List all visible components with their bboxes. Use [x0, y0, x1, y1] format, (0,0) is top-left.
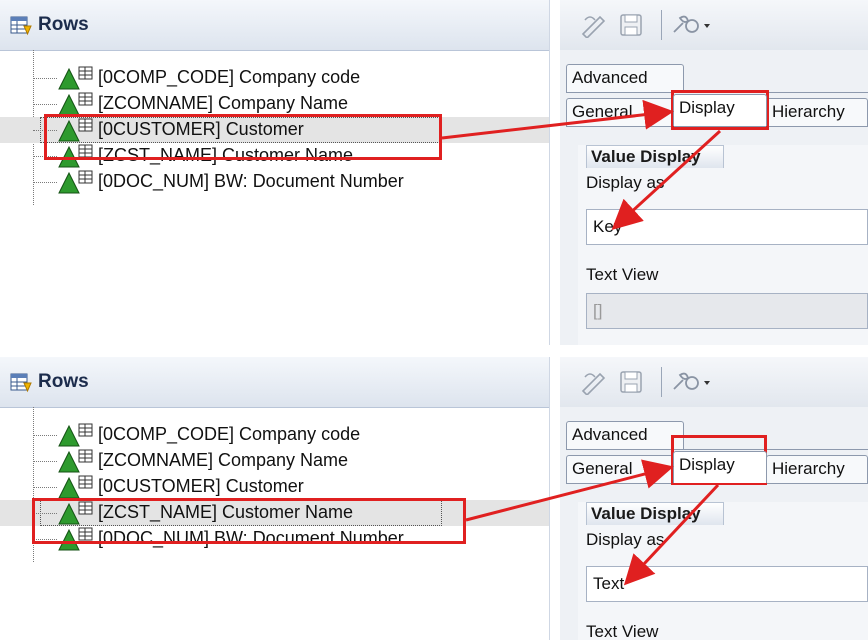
- tab-display[interactable]: Display: [673, 451, 767, 483]
- rows-header: Rows: [0, 357, 549, 408]
- tree-item-label: [0CUSTOMER] Customer: [98, 476, 304, 496]
- tree-item[interactable]: [0COMP_CODE] Company code: [0, 65, 549, 91]
- save-icon[interactable]: [617, 12, 645, 38]
- tab-general-label: General: [572, 102, 633, 121]
- tab-general[interactable]: General: [566, 455, 674, 483]
- tree-item-label: [ZCOMNAME] Company Name: [98, 93, 349, 113]
- rows-icon: [10, 16, 32, 36]
- display-as-field[interactable]: Key: [586, 209, 868, 245]
- rows-header: Rows: [0, 0, 549, 51]
- value-display-group: Value Display Display as Key Text View […: [578, 145, 868, 345]
- properties-toolbar: [560, 357, 868, 407]
- properties-pane: Advanced General Display Hierarchy Value…: [560, 357, 868, 640]
- tab-general-label: General: [572, 459, 633, 478]
- characteristic-icon: [58, 92, 93, 116]
- rows-title: Rows: [38, 371, 89, 392]
- tab-hierarchy[interactable]: Hierarchy: [766, 455, 868, 483]
- characteristic-icon: [58, 475, 93, 499]
- tree-item-label: [0DOC_NUM] BW: Document Number: [98, 171, 404, 191]
- tree-item[interactable]: [0DOC_NUM] BW: Document Number: [0, 169, 549, 195]
- tab-display[interactable]: Display: [673, 94, 767, 126]
- rows-pane: Rows [0COMP_CODE] Company code [ZCOMNAME…: [0, 0, 550, 345]
- tab-advanced-label: Advanced: [572, 425, 648, 444]
- display-as-value: Key: [593, 217, 623, 236]
- characteristic-icon: [58, 66, 93, 90]
- text-view-label: Text View: [586, 265, 659, 284]
- display-as-label: Display as: [586, 530, 665, 549]
- tree-item[interactable]: [0COMP_CODE] Company code: [0, 422, 549, 448]
- tab-display-label: Display: [679, 455, 735, 474]
- value-display-group: Value Display Display as Text Text View: [578, 502, 868, 640]
- edit-icon[interactable]: [580, 12, 608, 38]
- display-as-value: Text: [593, 574, 625, 593]
- display-as-field[interactable]: Text: [586, 566, 868, 602]
- top-screenshot-panel: Rows [0COMP_CODE] Company code [ZCOMNAME…: [0, 0, 868, 345]
- tree-item-label: [0COMP_CODE] Company code: [98, 67, 361, 87]
- tree-item[interactable]: [ZCOMNAME] Company Name: [0, 448, 549, 474]
- tab-advanced[interactable]: Advanced: [566, 421, 684, 449]
- highlight-box: [44, 114, 442, 160]
- tab-hierarchy-label: Hierarchy: [772, 459, 845, 478]
- tools-dropdown-icon[interactable]: [670, 369, 714, 395]
- display-as-label: Display as: [586, 173, 665, 192]
- characteristic-icon: [58, 449, 93, 473]
- toolbar-separator: [661, 367, 662, 397]
- tab-hierarchy-label: Hierarchy: [772, 102, 845, 121]
- tab-hierarchy[interactable]: Hierarchy: [766, 98, 868, 126]
- properties-pane: Advanced General Display Hierarchy Value…: [560, 0, 868, 345]
- edit-icon[interactable]: [580, 369, 608, 395]
- tools-dropdown-icon[interactable]: [670, 12, 714, 38]
- rows-title: Rows: [38, 14, 89, 35]
- highlight-box: [32, 498, 466, 544]
- tab-advanced-label: Advanced: [572, 68, 648, 87]
- characteristic-icon: [58, 170, 93, 194]
- tree-item-label: [ZCOMNAME] Company Name: [98, 450, 349, 470]
- tab-advanced[interactable]: Advanced: [566, 64, 684, 92]
- bottom-screenshot-panel: Rows [0COMP_CODE] Company code [ZCOMNAME…: [0, 357, 868, 640]
- text-view-value: []: [593, 301, 603, 320]
- rows-icon: [10, 373, 32, 393]
- toolbar-separator: [661, 10, 662, 40]
- characteristic-icon: [58, 423, 93, 447]
- tree-item[interactable]: [0CUSTOMER] Customer: [0, 474, 549, 500]
- properties-toolbar: [560, 0, 868, 50]
- text-view-label: Text View: [586, 622, 659, 640]
- panel-separator: [0, 345, 868, 357]
- value-display-title: Value Display: [586, 145, 724, 168]
- tab-general[interactable]: General: [566, 98, 674, 126]
- rows-pane: Rows [0COMP_CODE] Company code [ZCOMNAME…: [0, 357, 550, 640]
- tree-item-label: [0COMP_CODE] Company code: [98, 424, 361, 444]
- value-display-title: Value Display: [586, 502, 724, 525]
- text-view-field: []: [586, 293, 868, 329]
- save-icon[interactable]: [617, 369, 645, 395]
- tab-display-label: Display: [679, 98, 735, 117]
